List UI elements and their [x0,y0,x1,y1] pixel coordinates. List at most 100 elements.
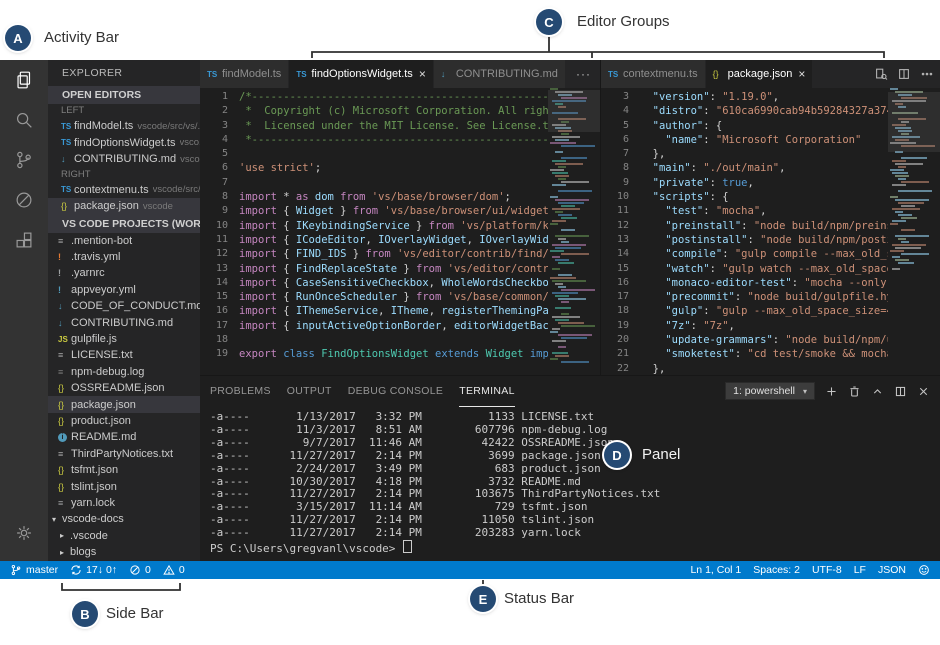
folder-item-blogs[interactable]: ▸blogs [48,544,200,560]
file-tree-item-tsfmt-json[interactable]: {}tsfmt.json [48,462,200,478]
file-name: appveyor.yml [71,284,136,296]
extensions-icon[interactable] [0,220,48,260]
ts-file-icon: TS [61,138,74,147]
status-bar: master 17↓ 0↑ 00 Ln 1, Col 1 Spaces: 2 UTF-8… [0,561,940,579]
open-editor-item-package-json[interactable]: {}package.jsonvscode [48,198,200,215]
close-icon[interactable]: × [798,67,805,81]
open-editors-header[interactable]: OPEN EDITORS [48,86,200,104]
source-control-icon[interactable] [0,140,48,180]
folder-item-vscode-docs[interactable]: ▾vscode-docs [48,511,200,527]
minimap-viewport[interactable] [888,92,940,152]
minimap-viewport[interactable] [548,90,600,132]
close-icon[interactable] [917,385,930,398]
open-editor-item-findmodel-ts[interactable]: TSfindModel.tsvscode/src/vs/... [48,118,200,135]
file-tree-item-npm-debug-log[interactable]: ≡npm-debug.log [48,364,200,380]
open-editor-item-contributing-md[interactable]: ↓CONTRIBUTING.mdvscode [48,151,200,168]
status-item-json[interactable]: JSON [878,564,906,576]
workspace-header[interactable]: VS CODE PROJECTS (WORKSPACE) [48,215,200,233]
status-item-lf[interactable]: LF [854,564,866,576]
line-content: import { Widget } from 'vs/base/browser/… [239,204,548,218]
status-item-spaces-2[interactable]: Spaces: 2 [753,564,800,576]
code-line: 16import { IThemeService, ITheme, regist… [200,304,548,318]
open-editor-item-findoptionswidget-ts[interactable]: TSfindOptionsWidget.tsvsco... [48,135,200,152]
file-tree-item-mention-bot[interactable]: ≡.mention-bot [48,233,200,249]
editor-2-code[interactable]: 3 "version": "1.19.0",4 "distro": "610ca… [601,88,888,375]
settings-gear-icon[interactable] [0,513,48,553]
file-tree-item-license-txt[interactable]: ≡LICENSE.txt [48,347,200,363]
file-tree-item-contributing-md[interactable]: ↓CONTRIBUTING.md [48,314,200,330]
more-icon[interactable] [920,67,934,81]
panel-tab-output[interactable]: OUTPUT [287,376,332,407]
file-tree-item-yarn-lock[interactable]: ≡yarn.lock [48,495,200,511]
panel-tab-terminal[interactable]: TERMINAL [459,376,515,407]
status-item-sync[interactable]: 17↓ 0↑ [70,564,117,576]
trash-icon[interactable] [848,385,861,398]
status-item-ln-1-col-1[interactable]: Ln 1, Col 1 [690,564,741,576]
split-editor-icon[interactable] [897,67,911,81]
line-content: import { IKeybindingService } from 'vs/p… [239,219,548,233]
close-icon[interactable]: × [419,67,426,81]
chevron-up-icon[interactable] [871,385,884,398]
tab-contextmenu-ts[interactable]: TScontextmenu.ts [601,60,706,88]
editor-1-code[interactable]: 1/*-------------------------------------… [200,88,548,375]
tab-package-json[interactable]: {}package.json× [706,60,814,88]
debug-icon[interactable] [0,180,48,220]
more-tabs-button[interactable]: ··· [567,60,600,88]
status-item-warning[interactable]: 0 [163,564,185,576]
tab-findmodel-ts[interactable]: TSfindModel.ts [200,60,289,88]
status-item-utf-8[interactable]: UTF-8 [812,564,842,576]
tab-contributing-md[interactable]: ↓CONTRIBUTING.md [434,60,566,88]
json-file-icon: {} [58,465,71,475]
code-line: 21 "smoketest": "cd test/smoke && mocha" [601,347,888,361]
open-changes-icon[interactable] [874,67,888,81]
panel-tab-debug-console[interactable]: DEBUG CONSOLE [348,376,444,407]
file-tree-item-product-json[interactable]: {}product.json [48,413,200,429]
warn-orange-file-icon: ! [58,252,71,262]
annotation-label-side-bar: Side Bar [106,605,164,623]
plus-icon[interactable] [825,385,838,398]
line-number: 16 [200,304,239,318]
tab-findoptionswidget-ts[interactable]: TSfindOptionsWidget.ts× [289,60,434,88]
file-tree-item-tslint-json[interactable]: {}tslint.json [48,478,200,494]
sync-icon [70,564,82,576]
code-line: 3 "version": "1.19.0", [601,90,888,104]
line-number: 4 [200,133,239,147]
code-line: 3 * Licensed under the MIT License. See … [200,119,548,133]
open-editor-item-contextmenu-ts[interactable]: TScontextmenu.tsvscode/src/vs/... [48,182,200,199]
git-branch-icon [10,564,22,576]
file-tree-item-thirdpartynotices-txt[interactable]: ≡ThirdPartyNotices.txt [48,446,200,462]
json-file-icon: {} [58,400,71,410]
editor-1-minimap[interactable] [548,88,600,375]
md-file-icon: ↓ [58,301,71,311]
search-icon[interactable] [0,100,48,140]
line-content: "distro": "610ca6990cab94b59284327a3741a… [640,104,888,118]
status-item-smiley[interactable] [918,564,930,576]
file-tree-item-code-of-conduct-md[interactable]: ↓CODE_OF_CONDUCT.md [48,298,200,314]
line-content: "compile": "gulp compile --max_old_space… [640,247,888,261]
terminal-output[interactable]: -a---- 1/13/2017 3:32 PM 1133 LICENSE.tx… [200,406,940,556]
file-tree-item-appveyor-yml[interactable]: !appveyor.yml [48,282,200,298]
status-item-error[interactable]: 0 [129,564,151,576]
json-file-icon: {} [58,383,71,393]
split-panel-icon[interactable] [894,385,907,398]
panel-tab-problems[interactable]: PROBLEMS [210,376,271,407]
annotation-marker-c: C [536,9,562,35]
file-tree-item-travis-yml[interactable]: !.travis.yml [48,249,200,265]
file-tree-item-package-json[interactable]: {}package.json [48,396,200,412]
status-item-git-branch[interactable]: master [10,564,58,576]
folder-item-vscode[interactable]: ▸.vscode [48,528,200,544]
code-line: 22 }, [601,362,888,375]
line-content: "7z": "7z", [640,319,735,333]
file-tree-item-ossreadme-json[interactable]: {}OSSREADME.json [48,380,200,396]
explorer-icon[interactable] [0,60,48,100]
line-content: "preinstall": "node build/npm/preinstall… [640,219,888,233]
line-number: 22 [601,362,640,375]
line-content: "postinstall": "node build/npm/postinsta… [640,233,888,247]
editor-2-minimap[interactable] [888,88,940,375]
file-tree-item-yarnrc[interactable]: !.yarnrc [48,265,200,281]
file-tree-item-gulpfile-js[interactable]: JSgulpfile.js [48,331,200,347]
file-tree-item-readme-md[interactable]: iREADME.md [48,429,200,445]
line-number: 20 [601,333,640,347]
terminal-select[interactable]: 1: powershell ▾ [725,382,815,400]
code-line: 15import { RunOnceScheduler } from 'vs/b… [200,290,548,304]
